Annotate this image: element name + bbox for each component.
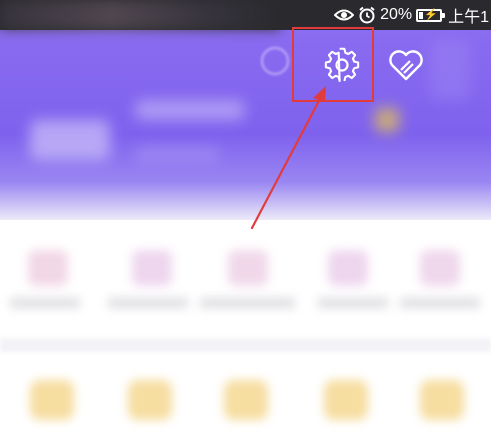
blurred-grid-label (108, 298, 188, 308)
blurred-grid-label (318, 298, 388, 308)
blurred-notification-area (0, 0, 280, 30)
eye-icon (334, 8, 355, 22)
status-bar: 20% ⚡ 上午1 (0, 0, 491, 30)
blurred-username (135, 100, 245, 120)
blurred-grid-icon (324, 380, 368, 420)
blurred-grid-icon (420, 380, 464, 420)
blurred-grid-label (200, 298, 295, 308)
section-divider (0, 338, 491, 352)
blurred-avatar (30, 120, 110, 160)
blurred-grid-icon (228, 250, 268, 286)
blurred-grid-icon (328, 250, 368, 286)
blurred-grid-icon (28, 250, 68, 286)
blurred-content-area (0, 220, 491, 432)
blurred-grid-label (10, 298, 80, 308)
blurred-grid-icon (30, 380, 74, 420)
alarm-icon (358, 6, 376, 24)
blurred-grid-icon (420, 250, 460, 286)
blurred-grid-icon (224, 380, 268, 420)
smile-icon[interactable] (258, 44, 292, 78)
blurred-grid-icon (128, 380, 172, 420)
battery-icon: ⚡ (416, 8, 446, 22)
blurred-grid-label (400, 298, 480, 308)
heart-icon[interactable] (388, 48, 424, 82)
status-indicators: 20% ⚡ 上午1 (334, 0, 491, 30)
blurred-grid-icon (132, 250, 172, 286)
blurred-corner (430, 40, 470, 100)
blurred-subtitle (135, 148, 220, 162)
battery-percentage: 20% (380, 6, 413, 23)
settings-highlight-box (292, 27, 374, 102)
blurred-badge (375, 108, 399, 132)
clock-time: 上午1 (448, 9, 489, 26)
